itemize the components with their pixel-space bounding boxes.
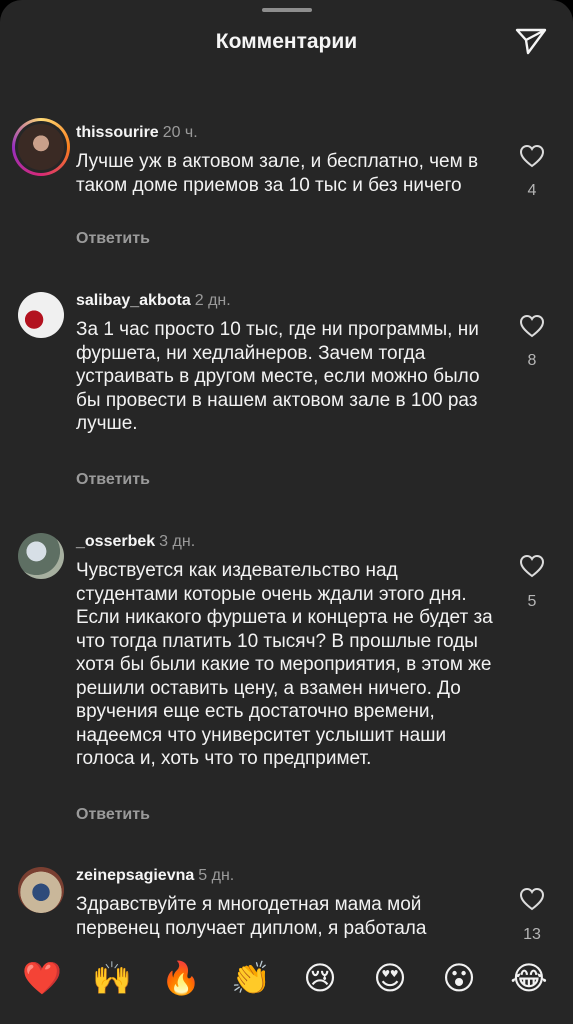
emoji-reaction-bar: ❤️ 🙌 🔥 👏 😢 😍 😮 😂 bbox=[0, 940, 573, 1024]
avatar[interactable] bbox=[12, 118, 70, 176]
heart-icon[interactable] bbox=[519, 887, 545, 911]
comment-text: Лучше уж в актовом зале, и бесплатно, че… bbox=[76, 151, 479, 196]
comment-time: 5 дн. bbox=[198, 867, 235, 884]
comment-username[interactable]: salibay_akbota bbox=[76, 292, 191, 309]
comment-list[interactable]: thissourire 20 ч. Лучше уж в актовом зале… bbox=[0, 0, 573, 940]
emoji-laughing[interactable]: 😂 bbox=[507, 958, 551, 998]
emoji-crying[interactable]: 😢 bbox=[298, 958, 342, 998]
emoji-heart-eyes[interactable]: 😍 bbox=[368, 958, 412, 998]
comments-sheet: Комментарии thissourire 20 ч. Лучше уж в … bbox=[0, 0, 573, 1024]
emoji-surprised[interactable]: 😮 bbox=[437, 958, 481, 998]
comment-time: 3 дн. bbox=[159, 533, 196, 550]
reply-button[interactable]: Ответить bbox=[76, 471, 150, 489]
avatar[interactable] bbox=[18, 533, 64, 579]
avatar[interactable] bbox=[18, 292, 64, 338]
comment-time: 20 ч. bbox=[162, 124, 198, 141]
comment-text: За 1 час просто 10 тыс, где ни программы… bbox=[76, 319, 480, 434]
heart-icon[interactable] bbox=[519, 554, 545, 578]
comment-username[interactable]: _osserbek bbox=[76, 533, 155, 550]
emoji-fire[interactable]: 🔥 bbox=[159, 958, 203, 998]
emoji-raised-hands[interactable]: 🙌 bbox=[90, 958, 134, 998]
comment-username[interactable]: thissourire bbox=[76, 124, 159, 141]
heart-icon[interactable] bbox=[519, 144, 545, 168]
heart-icon[interactable] bbox=[519, 314, 545, 338]
reply-button[interactable]: Ответить bbox=[76, 230, 150, 248]
like-count: 5 bbox=[527, 593, 537, 610]
avatar[interactable] bbox=[18, 867, 64, 913]
reply-button[interactable]: Ответить bbox=[76, 806, 150, 824]
emoji-heart[interactable]: ❤️ bbox=[20, 958, 64, 998]
comment-text: Здравствуйте я многодетная мама мой перв… bbox=[76, 894, 427, 939]
emoji-clapping[interactable]: 👏 bbox=[229, 958, 273, 998]
comment-time: 2 дн. bbox=[194, 292, 231, 309]
like-count: 4 bbox=[527, 182, 537, 199]
comment-username[interactable]: zeinepsagievna bbox=[76, 867, 194, 884]
comment-text: Чувствуется как издевательство над студе… bbox=[76, 560, 493, 769]
like-count: 8 bbox=[527, 352, 537, 369]
like-count: 13 bbox=[523, 926, 541, 940]
